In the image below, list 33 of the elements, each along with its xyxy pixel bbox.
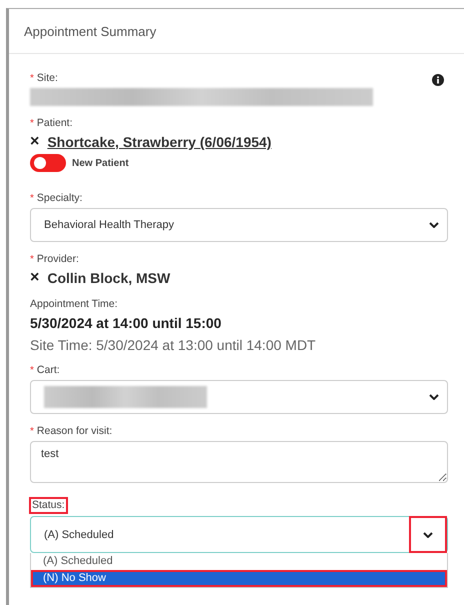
- required-mark: *: [30, 72, 34, 85]
- appointment-time: 5/30/2024 at 14:00 until 15:00: [30, 315, 222, 331]
- dropdown-option[interactable]: (A) Scheduled: [31, 553, 447, 570]
- chevron-down-icon: [429, 222, 439, 228]
- remove-icon[interactable]: ×: [30, 133, 40, 151]
- remove-icon[interactable]: ×: [30, 269, 40, 287]
- required-mark: *: [30, 192, 34, 205]
- patient-label: Patient:: [36, 117, 73, 130]
- status-label: Status:: [30, 498, 67, 513]
- required-mark: *: [30, 117, 34, 130]
- cart-label: Cart:: [36, 364, 60, 377]
- provider-label: Provider:: [36, 253, 79, 266]
- required-mark: *: [30, 364, 34, 377]
- specialty-select[interactable]: Behavioral Health Therapy: [30, 208, 448, 242]
- appointment-time-label: Appointment Time:: [30, 298, 118, 311]
- new-patient-toggle[interactable]: [30, 154, 66, 172]
- required-mark: *: [30, 253, 34, 266]
- status-select[interactable]: (A) Scheduled: [30, 516, 448, 553]
- reason-field[interactable]: test: [30, 441, 448, 483]
- chevron-down-icon: [429, 394, 439, 400]
- dropdown-option[interactable]: (N) No Show: [31, 570, 447, 587]
- info-icon[interactable]: [432, 74, 444, 86]
- panel-title: Appointment Summary: [24, 24, 156, 38]
- required-mark: *: [30, 425, 34, 438]
- specialty-label: Specialty:: [36, 192, 82, 205]
- dropdown-arrow-button[interactable]: [409, 516, 447, 553]
- new-patient-label: New Patient: [72, 158, 129, 168]
- chevron-down-icon: [423, 532, 433, 538]
- reason-label: Reason for visit:: [36, 425, 112, 438]
- patient-link[interactable]: Shortcake, Strawberry (6/06/1954): [47, 134, 272, 150]
- site-label: Site:: [36, 72, 58, 85]
- site-time: Site Time: 5/30/2024 at 13:00 until 14:00 MDT: [30, 337, 317, 353]
- provider-name: Collin Block, MSW: [47, 270, 170, 286]
